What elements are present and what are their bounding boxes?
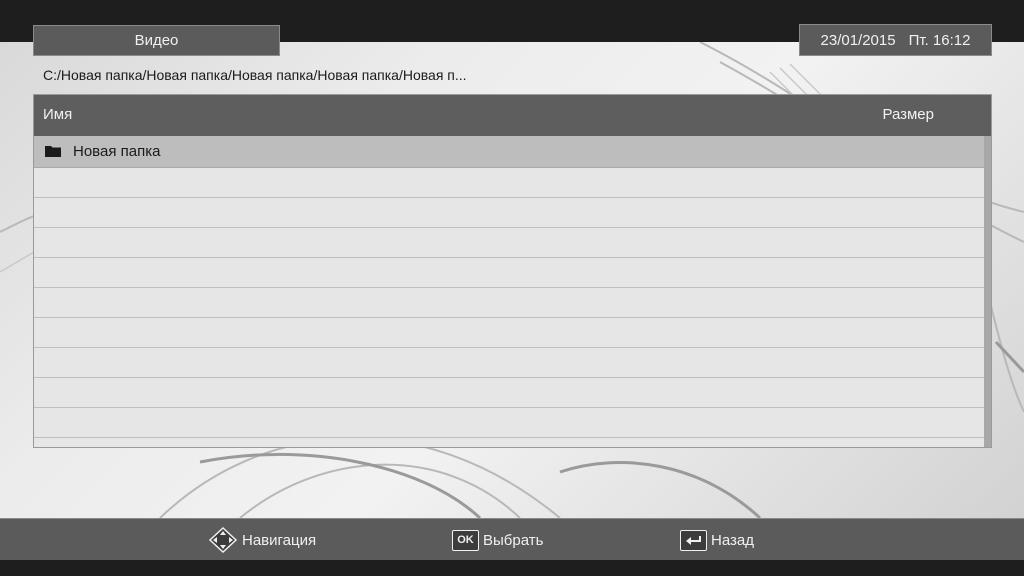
file-list-header: Имя Размер (34, 95, 991, 136)
list-item[interactable]: Новая папка (34, 136, 984, 168)
back-hint-label: Назад (711, 531, 754, 549)
back-arrow-icon (680, 529, 707, 551)
time-text: 16:12 (932, 31, 971, 49)
day-text: Пт. (908, 31, 929, 49)
date-time-display: 23/01/2015 Пт. 16:12 (799, 24, 992, 56)
empty-row (34, 348, 984, 378)
select-hint: OK Выбрать (452, 528, 543, 552)
scrollbar[interactable] (984, 136, 991, 447)
day-time-group: Пт. 16:12 (909, 32, 971, 49)
breadcrumb: C:/Новая папка/Новая папка/Новая папка/Н… (43, 67, 467, 83)
file-list-rows: Новая папка (34, 136, 984, 438)
empty-row (34, 288, 984, 318)
column-header-name: Имя (43, 106, 73, 123)
back-hint: Назад (680, 528, 754, 552)
empty-row (34, 408, 984, 438)
screen-title-label: Видео (134, 32, 179, 49)
column-header-size: Размер (882, 106, 934, 123)
empty-row (34, 378, 984, 408)
navigation-hint-label: Навигация (242, 531, 317, 549)
footer-hints: Навигация OK Выбрать Назад (0, 518, 1024, 560)
list-item-label: Новая папка (73, 143, 161, 160)
empty-row (34, 198, 984, 228)
empty-row (34, 318, 984, 348)
empty-row (34, 228, 984, 258)
date-text: 23/01/2015 (820, 31, 896, 49)
screen-title: Видео (33, 25, 280, 56)
select-hint-label: Выбрать (483, 531, 544, 549)
bottom-strip (0, 560, 1024, 576)
folder-icon (45, 146, 61, 157)
dpad-icon (208, 527, 238, 553)
file-list: Имя Размер Новая папка (33, 94, 992, 448)
navigation-hint: Навигация (208, 527, 317, 553)
ok-key-icon: OK (452, 529, 479, 551)
scrollbar-thumb[interactable] (984, 136, 991, 447)
empty-row (34, 258, 984, 288)
empty-row (34, 168, 984, 198)
